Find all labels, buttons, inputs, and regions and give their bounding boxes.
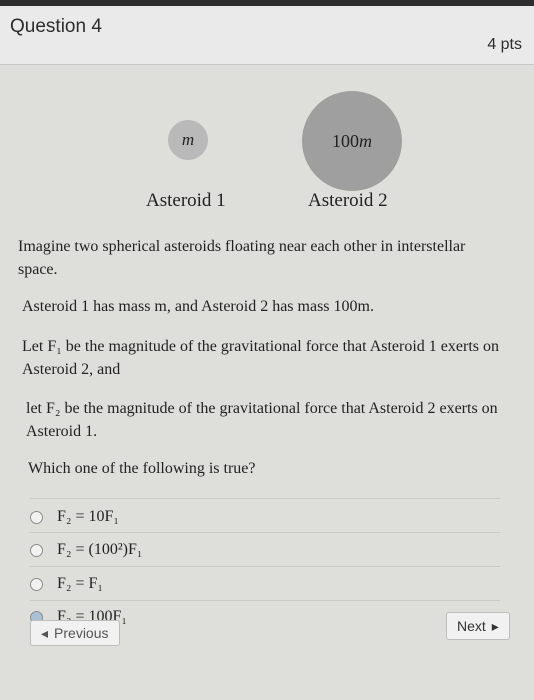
divider — [30, 498, 500, 499]
question-f2-definition: let F₂ be the magnitude of the gravitati… — [26, 400, 498, 440]
caret-left-icon: ◂ — [41, 624, 49, 641]
next-label: Next — [457, 618, 486, 634]
answer-option-text: F₂ = F₁ — [57, 575, 103, 592]
previous-button[interactable]: ◂ Previous — [30, 620, 120, 646]
asteroid-2-label: Asteroid 2 — [308, 190, 388, 211]
question-body: m 100 m Asteroid 1 Asteroid 2 Imagine two… — [0, 65, 534, 700]
radio-button-icon[interactable] — [30, 510, 43, 524]
caret-right-icon: ▸ — [491, 617, 499, 634]
question-title: Question 4 — [10, 16, 102, 37]
asteroid-figure: m 100 m Asteroid 1 Asteroid 2 — [0, 65, 534, 235]
question-intro: Imagine two spherical asteroids floating… — [18, 238, 466, 278]
answer-option-text: F₂ = (100²)F₁ — [57, 541, 143, 558]
points-label: 4 pts — [487, 36, 522, 53]
next-button[interactable]: Next ▸ — [446, 612, 510, 640]
radio-button-icon[interactable] — [30, 577, 43, 591]
asteroid-1-circle: m — [168, 120, 208, 160]
divider — [30, 600, 500, 601]
radio-button-icon[interactable] — [30, 543, 43, 557]
question-masses: Asteroid 1 has mass m, and Asteroid 2 ha… — [22, 298, 374, 315]
asteroid-2-circle: 100 m — [302, 91, 402, 191]
question-f1-definition: Let F₁ be the magnitude of the gravitati… — [22, 338, 499, 378]
answer-option-3[interactable]: F₂ = F₁ — [30, 575, 103, 593]
asteroid-1-mass: m — [181, 130, 195, 149]
divider — [30, 566, 500, 567]
previous-label: Previous — [54, 625, 109, 641]
asteroid-1-label: Asteroid 1 — [146, 190, 226, 211]
asteroid-2-mass-var: m — [359, 130, 372, 151]
answer-option-1[interactable]: F₂ = 10F₁ — [30, 508, 119, 526]
answer-option-2[interactable]: F₂ = (100²)F₁ — [30, 541, 142, 559]
divider — [30, 532, 500, 533]
asteroid-2-mass-number: 100 — [332, 130, 359, 151]
answer-option-text: F₂ = 10F₁ — [57, 508, 119, 525]
question-prompt: Which one of the following is true? — [28, 460, 256, 477]
question-header: Question 4 4 pts — [0, 6, 534, 65]
